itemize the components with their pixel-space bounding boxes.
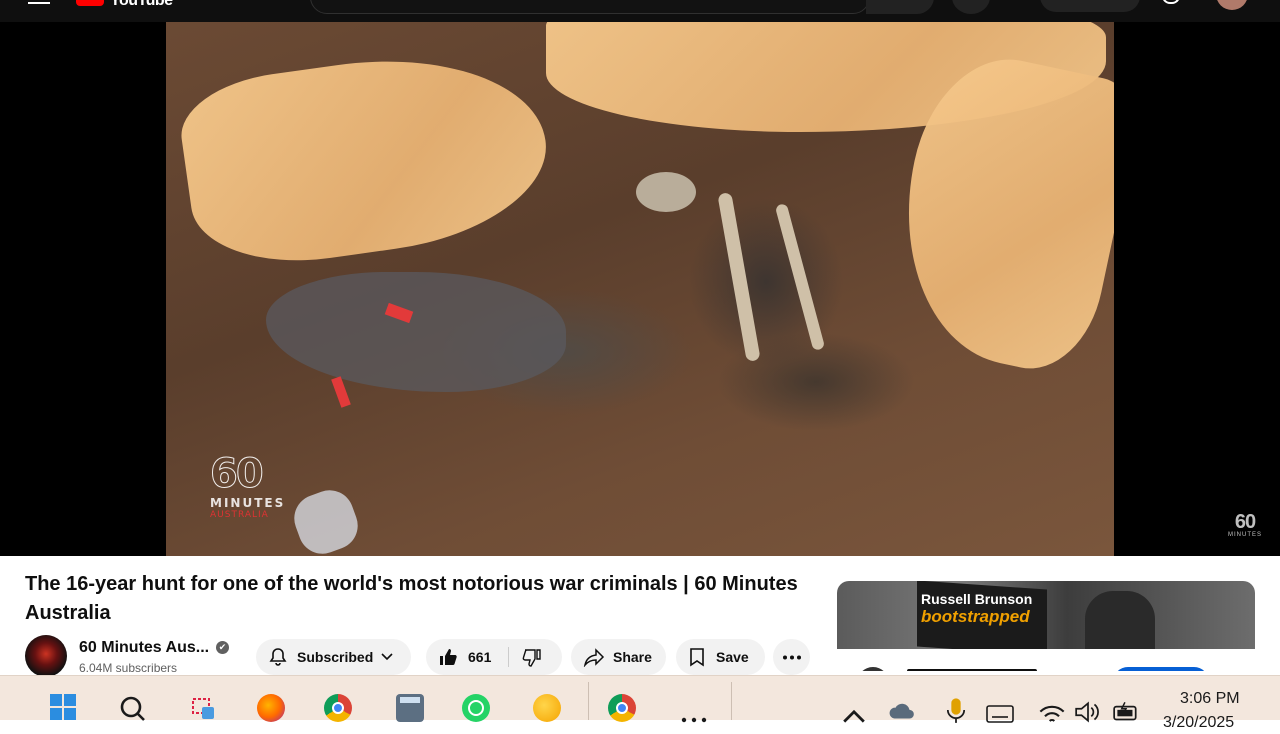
like-count[interactable]: 661 [468, 649, 491, 665]
recommended-thumbnail-text: Russell Brunson [921, 591, 1033, 607]
windows-start-icon[interactable] [50, 694, 78, 722]
clock-time[interactable]: 3:06 PM [1180, 690, 1240, 708]
video-scene-marker-flag [331, 376, 351, 408]
channel-corner-watermark[interactable]: 60 MINUTES [1228, 512, 1262, 538]
battery-icon[interactable] [1112, 698, 1140, 726]
recommended-video-card[interactable]: Russell Brunson bootstrapped [837, 581, 1255, 671]
video-player[interactable]: 60 MINUTES AUSTRALIA 60 MINUTES [0, 22, 1280, 556]
voice-search-button[interactable] [952, 0, 990, 14]
like-dislike-group: 661 [426, 639, 562, 675]
share-icon [583, 648, 605, 667]
channel-name[interactable]: 60 Minutes Aus... [79, 639, 209, 657]
watermark-number: 60 [209, 451, 264, 497]
verified-badge-icon: ✔ [216, 641, 229, 654]
more-horizontal-icon [783, 655, 801, 660]
more-actions-button[interactable] [773, 639, 810, 675]
youtube-masthead: YouTube [0, 0, 1280, 22]
chevron-down-icon [381, 653, 393, 661]
video-scene-bones [774, 203, 826, 351]
weather-icon[interactable] [533, 694, 561, 722]
chrome-canary-icon[interactable] [608, 694, 636, 722]
create-button[interactable] [1040, 0, 1140, 12]
corner-watermark-number: 60 [1234, 511, 1256, 533]
video-title: The 16-year hunt for one of the world's … [25, 573, 798, 624]
recommended-title-text[interactable] [907, 669, 1037, 671]
taskbar-separator [588, 682, 589, 720]
firefox-icon[interactable] [257, 694, 285, 722]
subscribed-label: Subscribed [297, 649, 374, 665]
60-minutes-watermark: 60 MINUTES AUSTRALIA [209, 451, 286, 521]
chevron-up-icon[interactable] [840, 702, 868, 730]
recommended-thumbnail-brand: bootstrapped [921, 607, 1030, 626]
youtube-logo-text[interactable]: YouTube [110, 0, 173, 10]
menu-icon[interactable] [28, 0, 50, 4]
calculator-icon[interactable] [396, 694, 424, 722]
video-scene-tarp [174, 37, 558, 277]
clock-date[interactable]: 3/20/2025 [1163, 714, 1234, 732]
channel-avatar[interactable] [25, 635, 67, 677]
save-label: Save [716, 649, 749, 665]
like-icon[interactable] [438, 647, 458, 667]
subscribed-button[interactable]: Subscribed [256, 639, 411, 675]
onedrive-icon[interactable] [888, 698, 916, 726]
youtube-logo-icon[interactable] [76, 0, 104, 6]
save-icon [690, 648, 704, 667]
save-button[interactable]: Save [676, 639, 765, 675]
volume-icon[interactable] [1074, 698, 1102, 726]
dislike-icon[interactable] [522, 648, 542, 668]
search-input[interactable] [310, 0, 870, 14]
taskbar-separator [731, 682, 732, 720]
notifications-icon[interactable] [1162, 0, 1180, 4]
video-scene-bones [636, 172, 696, 212]
video-scene-bones [717, 192, 761, 362]
subscriber-count: 6.04M subscribers [79, 661, 178, 675]
account-avatar[interactable] [1216, 0, 1248, 10]
whatsapp-icon[interactable] [462, 694, 490, 722]
chrome-icon[interactable] [324, 694, 352, 722]
video-frame[interactable] [166, 22, 1114, 556]
snipping-tool-icon[interactable] [190, 694, 218, 722]
keyboard-icon[interactable] [986, 700, 1014, 728]
recommended-action-button[interactable] [1113, 667, 1209, 671]
like-divider [508, 647, 509, 667]
video-scene-cloth [266, 272, 566, 392]
more-apps-icon[interactable] [680, 706, 708, 734]
share-label: Share [613, 649, 652, 665]
share-button[interactable]: Share [571, 639, 666, 675]
wifi-icon[interactable] [1038, 700, 1066, 728]
corner-watermark-word: MINUTES [1228, 532, 1262, 538]
watermark-word: MINUTES [210, 496, 286, 510]
watermark-country: AUSTRALIA [210, 510, 269, 520]
search-icon[interactable] [118, 694, 146, 722]
video-scene-bag [287, 483, 365, 556]
bell-icon [269, 648, 287, 666]
windows-taskbar: 3:06 PM 3/20/2025 [0, 675, 1280, 731]
search-button[interactable] [866, 0, 934, 14]
